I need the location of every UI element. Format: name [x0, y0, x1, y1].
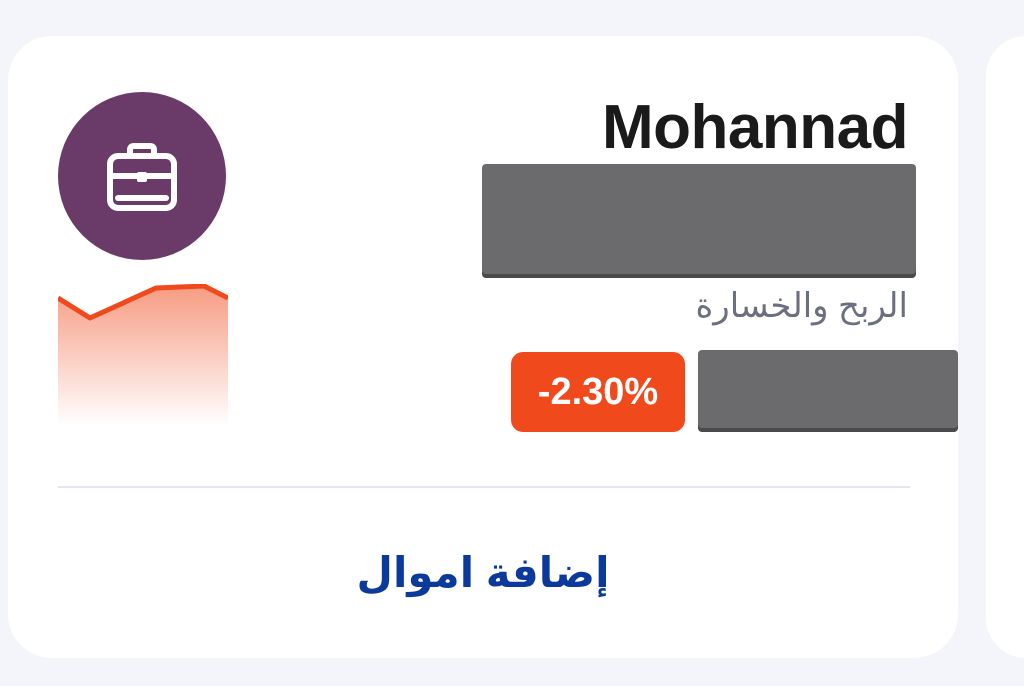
portfolio-avatar: [58, 92, 226, 260]
pnl-percent-badge: -2.30%: [511, 352, 685, 432]
add-funds-button[interactable]: إضافة اموال: [8, 548, 958, 597]
sparkline-area: [58, 286, 228, 426]
performance-sparkline: [58, 284, 228, 426]
briefcase-icon: [107, 143, 177, 211]
pnl-label: الربح والخسارة: [695, 287, 908, 325]
redacted-balance: [482, 164, 916, 274]
next-card-peek[interactable]: [986, 36, 1024, 658]
account-name: Mohannad: [602, 93, 908, 162]
card-divider: [58, 486, 910, 488]
portfolio-card[interactable]: Mohannad الربح والخسارة -2.30% إضافة امو…: [8, 36, 958, 658]
redacted-pnl-value: [698, 350, 958, 428]
